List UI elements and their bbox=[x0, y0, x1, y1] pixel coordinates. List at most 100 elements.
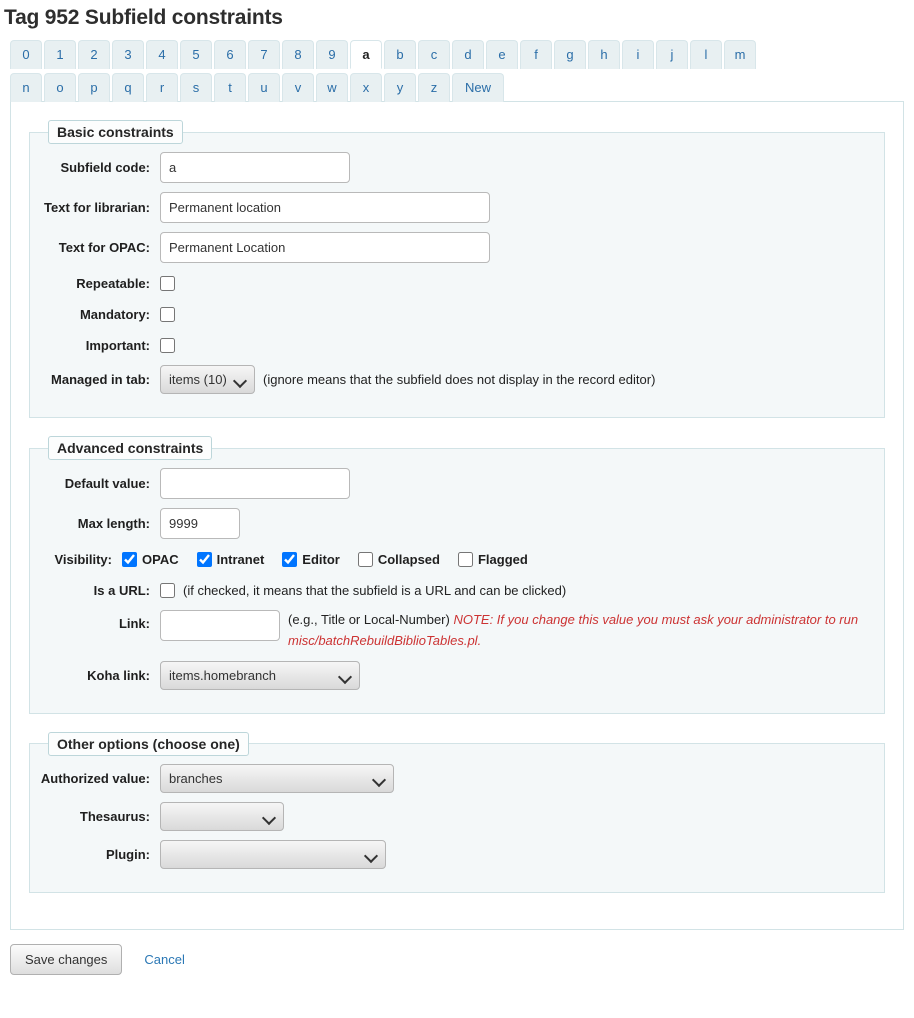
subfield-tab-2[interactable]: 2 bbox=[78, 40, 110, 69]
subfield-tab-i[interactable]: i bbox=[622, 40, 654, 69]
text-for-librarian-label: Text for librarian: bbox=[44, 200, 150, 215]
row-text-librarian: Text for librarian: bbox=[40, 192, 874, 223]
link-input[interactable] bbox=[160, 610, 280, 641]
visibility-item-intranet: Intranet bbox=[196, 551, 265, 567]
subfield-tab-l[interactable]: l bbox=[690, 40, 722, 69]
max-length-input[interactable] bbox=[160, 508, 240, 539]
basic-constraints-fieldset: Basic constraints Subfield code: Text fo… bbox=[29, 120, 885, 418]
visibility-checkbox-collapsed[interactable] bbox=[357, 551, 373, 567]
subfield-tab-8[interactable]: 8 bbox=[282, 40, 314, 69]
subfield-tab-b[interactable]: b bbox=[384, 40, 416, 69]
row-visibility: Visibility: OPAC Intranet Editor Collapsed F… bbox=[40, 548, 874, 570]
row-text-opac: Text for OPAC: bbox=[40, 232, 874, 263]
is-a-url-label: Is a URL: bbox=[93, 582, 150, 598]
thesaurus-select[interactable] bbox=[160, 801, 284, 831]
subfield-tab-o[interactable]: o bbox=[44, 73, 76, 102]
subfield-tab-u[interactable]: u bbox=[248, 73, 280, 102]
subfield-tab-m[interactable]: m bbox=[724, 40, 756, 69]
page-title: Tag 952 Subfield constraints bbox=[4, 6, 283, 29]
subfield-tab-r[interactable]: r bbox=[146, 73, 178, 102]
page-root: Tag 952 Subfield constraints 0123456789a… bbox=[0, 0, 914, 985]
subfield-tab-n[interactable]: n bbox=[10, 73, 42, 102]
row-koha-link: Koha link: items.homebranch bbox=[40, 660, 874, 690]
subfield-tab-a[interactable]: a bbox=[350, 40, 382, 69]
default-value-input[interactable] bbox=[160, 468, 350, 499]
repeatable-checkbox[interactable] bbox=[160, 275, 175, 291]
subfield-tab-h[interactable]: h bbox=[588, 40, 620, 69]
subfield-code-input[interactable] bbox=[160, 152, 350, 183]
subfield-tab-5[interactable]: 5 bbox=[180, 40, 212, 69]
subfield-tabs-row-2: n o p q r s t u v w x y z New bbox=[10, 73, 914, 106]
subfield-tab-3[interactable]: 3 bbox=[112, 40, 144, 69]
repeatable-label: Repeatable: bbox=[76, 275, 150, 291]
visibility-item-opac: OPAC bbox=[122, 551, 179, 567]
subfield-tab-c[interactable]: c bbox=[418, 40, 450, 69]
authorized-value-select[interactable]: branches bbox=[160, 763, 394, 793]
plugin-select[interactable] bbox=[160, 839, 386, 869]
visibility-checkbox-intranet[interactable] bbox=[196, 551, 212, 567]
is-a-url-hint: (if checked, it means that the subfield … bbox=[183, 582, 567, 598]
max-length-label: Max length: bbox=[77, 516, 150, 531]
subfield-tab-w[interactable]: w bbox=[316, 73, 348, 102]
is-a-url-checkbox[interactable] bbox=[160, 582, 175, 598]
mandatory-checkbox[interactable] bbox=[160, 306, 175, 322]
visibility-item-editor: Editor bbox=[282, 551, 340, 567]
subfield-tab-9[interactable]: 9 bbox=[316, 40, 348, 69]
subfield-tab-f[interactable]: f bbox=[520, 40, 552, 69]
row-plugin: Plugin: bbox=[40, 839, 874, 869]
subfield-tab-s[interactable]: s bbox=[180, 73, 212, 102]
subfield-tab-t[interactable]: t bbox=[214, 73, 246, 102]
subfield-tab-6[interactable]: 6 bbox=[214, 40, 246, 69]
row-is-a-url: Is a URL: (if checked, it means that the… bbox=[40, 579, 874, 601]
text-for-opac-input[interactable] bbox=[160, 232, 490, 263]
text-for-librarian-input[interactable] bbox=[160, 192, 490, 223]
link-hint-wrap: (e.g., Title or Local-Number) NOTE: If y… bbox=[288, 610, 874, 652]
subfield-edit-panel: Basic constraints Subfield code: Text fo… bbox=[10, 101, 904, 930]
subfield-tab-q[interactable]: q bbox=[112, 73, 144, 102]
subfield-tab-d[interactable]: d bbox=[452, 40, 484, 69]
subfield-tab-g[interactable]: g bbox=[554, 40, 586, 69]
visibility-label-intranet[interactable]: Intranet bbox=[217, 552, 265, 567]
subfield-tab-v[interactable]: v bbox=[282, 73, 314, 102]
visibility-label-editor[interactable]: Editor bbox=[302, 552, 340, 567]
visibility-checkbox-opac[interactable] bbox=[122, 551, 137, 567]
subfield-tab-new[interactable]: New bbox=[452, 73, 504, 102]
visibility-checkbox-group: OPAC Intranet Editor Collapsed Flagged bbox=[122, 551, 546, 567]
visibility-item-flagged: Flagged bbox=[457, 551, 528, 567]
authorized-value-label: Authorized value: bbox=[40, 770, 150, 786]
visibility-label-opac[interactable]: OPAC bbox=[142, 552, 179, 567]
subfield-tab-4[interactable]: 4 bbox=[146, 40, 178, 69]
row-subfield-code: Subfield code: bbox=[40, 152, 874, 183]
mandatory-label: Mandatory: bbox=[79, 306, 150, 322]
row-max-length: Max length: bbox=[40, 508, 874, 539]
subfield-tab-p[interactable]: p bbox=[78, 73, 110, 102]
row-important: Important: bbox=[40, 334, 874, 356]
koha-link-select-wrap: items.homebranch bbox=[160, 660, 360, 690]
subfield-tab-e[interactable]: e bbox=[486, 40, 518, 69]
plugin-label: Plugin: bbox=[105, 846, 150, 862]
managed-in-tab-select[interactable]: items (10) bbox=[160, 365, 255, 394]
visibility-checkbox-editor[interactable] bbox=[282, 551, 298, 567]
subfield-tabs-row-1: 0123456789abcdefghijlm bbox=[10, 40, 914, 73]
save-changes-button[interactable]: Save changes bbox=[10, 943, 123, 975]
advanced-constraints-legend: Advanced constraints bbox=[48, 436, 213, 460]
subfield-tab-1[interactable]: 1 bbox=[44, 40, 76, 69]
advanced-constraints-fieldset: Advanced constraints Default value: Max … bbox=[29, 436, 885, 714]
important-checkbox[interactable] bbox=[160, 337, 175, 353]
subfield-tab-z[interactable]: z bbox=[418, 73, 450, 102]
other-options-legend: Other options (choose one) bbox=[48, 731, 249, 756]
visibility-label-flagged[interactable]: Flagged bbox=[478, 552, 528, 567]
subfield-tab-y[interactable]: y bbox=[384, 73, 416, 102]
koha-link-select[interactable]: items.homebranch bbox=[160, 660, 360, 690]
visibility-item-collapsed: Collapsed bbox=[357, 551, 440, 567]
other-options-fieldset: Other options (choose one) Authorized va… bbox=[29, 731, 885, 893]
visibility-label: Visibility: bbox=[54, 551, 112, 567]
subfield-tab-x[interactable]: x bbox=[350, 73, 382, 102]
cancel-link[interactable]: Cancel bbox=[144, 952, 184, 967]
subfield-tab-0[interactable]: 0 bbox=[10, 40, 42, 69]
visibility-checkbox-flagged[interactable] bbox=[457, 551, 473, 567]
subfield-tab-7[interactable]: 7 bbox=[248, 40, 280, 69]
row-thesaurus: Thesaurus: bbox=[40, 801, 874, 831]
visibility-label-collapsed[interactable]: Collapsed bbox=[378, 552, 440, 567]
subfield-tab-j[interactable]: j bbox=[656, 40, 688, 69]
